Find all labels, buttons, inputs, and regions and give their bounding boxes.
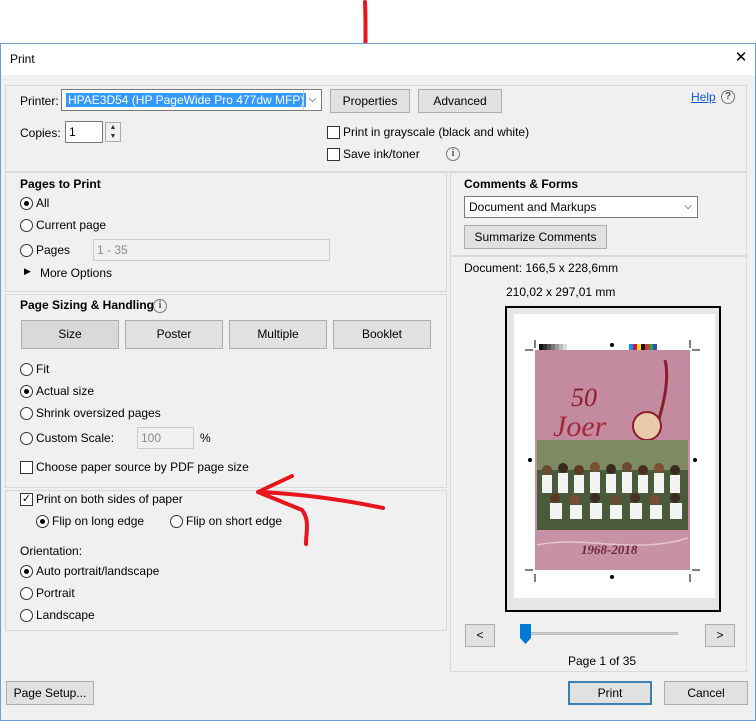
- radio-long-edge[interactable]: [36, 515, 49, 528]
- radio-portrait[interactable]: [20, 587, 33, 600]
- advanced-button[interactable]: Advanced: [418, 89, 502, 113]
- radio-short-edge[interactable]: [170, 515, 183, 528]
- printer-select[interactable]: HPAE3D54 (HP PageWide Pro 477dw MFP) ⌵: [61, 89, 322, 111]
- radio-long-edge-label: Flip on long edge: [52, 514, 145, 528]
- custom-scale-input[interactable]: 100: [137, 427, 194, 449]
- color-bar: [539, 344, 657, 350]
- chevron-down-icon: ⌵: [684, 201, 692, 212]
- next-page-button[interactable]: >: [705, 624, 735, 647]
- properties-button[interactable]: Properties: [330, 89, 410, 113]
- radio-fit-label: Fit: [36, 362, 50, 376]
- paper-source-checkbox[interactable]: [20, 461, 33, 474]
- pages-to-print-heading: Pages to Print: [20, 177, 101, 191]
- close-icon[interactable]: ✕: [733, 50, 749, 66]
- cover-seal: [632, 411, 662, 441]
- radio-landscape-label: Landscape: [36, 608, 95, 622]
- stepper-down-icon[interactable]: ▼: [106, 132, 120, 141]
- radio-custom-scale[interactable]: [20, 432, 33, 445]
- comments-forms-selected: Document and Markups: [469, 200, 597, 214]
- radio-pages[interactable]: [20, 244, 33, 257]
- comments-forms-select[interactable]: Document and Markups ⌵: [464, 196, 698, 218]
- radio-landscape[interactable]: [20, 609, 33, 622]
- comments-forms-heading: Comments & Forms: [464, 177, 579, 191]
- chevron-down-icon: ⌵: [303, 90, 321, 110]
- radio-portrait-label: Portrait: [36, 586, 75, 600]
- tab-booklet[interactable]: Booklet: [333, 320, 431, 349]
- radio-actual-size[interactable]: [20, 385, 33, 398]
- save-ink-checkbox[interactable]: [327, 148, 340, 161]
- percent-label: %: [200, 431, 211, 445]
- radio-shrink[interactable]: [20, 407, 33, 420]
- radio-short-edge-label: Flip on short edge: [186, 514, 283, 528]
- duplex-label: Print on both sides of paper: [36, 492, 183, 506]
- page-indicator: Page 1 of 35: [568, 654, 637, 668]
- printer-selected: HPAE3D54 (HP PageWide Pro 477dw MFP): [66, 93, 307, 107]
- radio-all-label: All: [36, 196, 50, 210]
- stepper-up-icon[interactable]: ▲: [106, 123, 120, 132]
- cover-number: 50: [571, 383, 597, 412]
- grayscale-checkbox[interactable]: [327, 126, 340, 139]
- print-button[interactable]: Print: [568, 681, 652, 705]
- help-icon[interactable]: ?: [721, 90, 735, 104]
- pages-range-input[interactable]: 1 - 35: [93, 239, 330, 261]
- duplex-checkbox[interactable]: ✓: [20, 493, 33, 506]
- cover-years: 1968-2018: [581, 542, 638, 557]
- summarize-comments-button[interactable]: Summarize Comments: [464, 225, 607, 249]
- copies-label: Copies:: [20, 126, 61, 140]
- radio-shrink-label: Shrink oversized pages: [36, 406, 161, 420]
- info-icon[interactable]: i: [446, 147, 460, 161]
- radio-actual-size-label: Actual size: [36, 384, 95, 398]
- page-sizing-heading: Page Sizing & Handling: [20, 298, 155, 312]
- tab-poster[interactable]: Poster: [125, 320, 223, 349]
- tab-multiple[interactable]: Multiple: [229, 320, 327, 349]
- document-size-label: Document: 166,5 x 228,6mm: [464, 261, 619, 275]
- copies-stepper[interactable]: ▲ ▼: [105, 122, 121, 142]
- info-icon[interactable]: i: [153, 299, 167, 313]
- grayscale-label: Print in grayscale (black and white): [343, 125, 530, 139]
- radio-current-page[interactable]: [20, 219, 33, 232]
- radio-auto-orientation[interactable]: [20, 565, 33, 578]
- radio-fit[interactable]: [20, 363, 33, 376]
- paper-source-label: Choose paper source by PDF page size: [36, 460, 249, 474]
- preview-page-thumbnail: 50 Joer 1968-2018: [525, 340, 700, 582]
- title-bar: [1, 44, 755, 75]
- more-options-triangle-icon[interactable]: ▶: [24, 266, 31, 277]
- previous-page-button[interactable]: <: [465, 624, 495, 647]
- help-link[interactable]: Help: [691, 90, 716, 104]
- orientation-heading: Orientation:: [20, 544, 83, 558]
- radio-all[interactable]: [20, 197, 33, 210]
- save-ink-label: Save ink/toner: [343, 147, 420, 161]
- more-options-link[interactable]: More Options: [40, 266, 112, 280]
- radio-pages-label: Pages: [36, 243, 71, 257]
- copies-input[interactable]: 1: [65, 121, 103, 143]
- tab-size[interactable]: Size: [21, 320, 119, 349]
- radio-custom-scale-label: Custom Scale:: [36, 431, 115, 445]
- cancel-button[interactable]: Cancel: [664, 681, 748, 705]
- printer-label: Printer:: [20, 94, 59, 108]
- paper-size-label: 210,02 x 297,01 mm: [506, 285, 616, 299]
- page-setup-button[interactable]: Page Setup...: [6, 681, 94, 705]
- page-slider-thumb[interactable]: [520, 624, 531, 644]
- radio-current-page-label: Current page: [36, 218, 107, 232]
- dialog-title: Print: [10, 52, 35, 66]
- radio-auto-orientation-label: Auto portrait/landscape: [36, 564, 160, 578]
- page-slider-track[interactable]: [520, 632, 678, 635]
- cover-word: Joer: [553, 410, 607, 443]
